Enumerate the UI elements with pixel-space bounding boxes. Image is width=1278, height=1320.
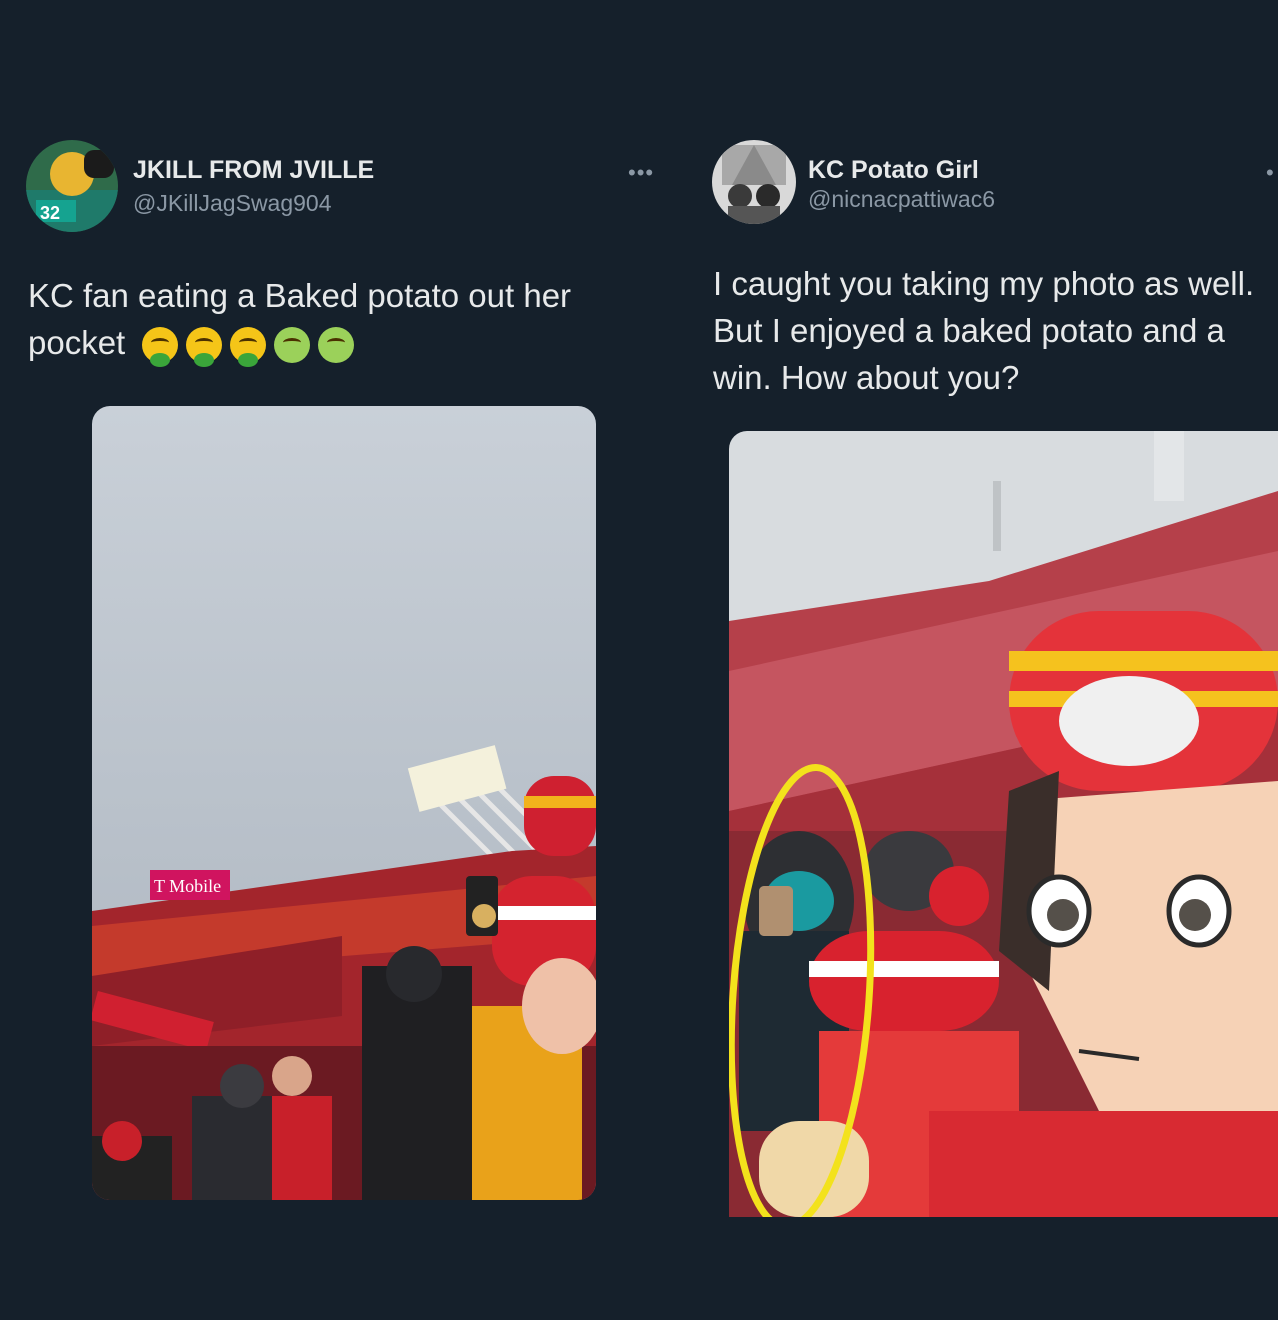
tweet-text-left: KC fan eating a Baked potato out her poc… — [28, 272, 668, 368]
display-name-left[interactable]: JKILL FROM JVILLE — [133, 156, 374, 185]
tweet-text-right-line-2: But I enjoyed a baked potato and a — [713, 312, 1225, 349]
tweet-text-right-line-1: I caught you taking my photo as well. — [713, 265, 1255, 302]
more-options-icon[interactable]: ••• — [628, 160, 654, 186]
face-vomiting-icon — [186, 327, 223, 368]
more-options-icon-right[interactable]: • — [1266, 160, 1275, 186]
nauseated-face-icon — [274, 327, 311, 364]
handle-right[interactable]: @nicnacpattiwac6 — [808, 186, 995, 213]
tmobile-sign-text: T Mobile — [154, 876, 221, 896]
display-name-right[interactable]: KC Potato Girl — [808, 156, 979, 185]
avatar-left[interactable]: 32 — [26, 140, 118, 232]
avatar-jersey-number: 32 — [40, 203, 60, 223]
tweet-text-right-line-3: win. How about you? — [713, 359, 1020, 396]
tweet-photo-right[interactable] — [729, 431, 1278, 1217]
tweet-text-right: I caught you taking my photo as well. Bu… — [713, 260, 1278, 401]
tweet-photo-left[interactable]: T Mobile — [92, 406, 596, 1200]
handle-left[interactable]: @JKillJagSwag904 — [133, 190, 332, 217]
face-vomiting-icon — [230, 327, 267, 368]
avatar-right[interactable] — [712, 140, 796, 224]
nauseated-face-icon — [318, 327, 355, 364]
face-vomiting-icon — [142, 327, 179, 368]
